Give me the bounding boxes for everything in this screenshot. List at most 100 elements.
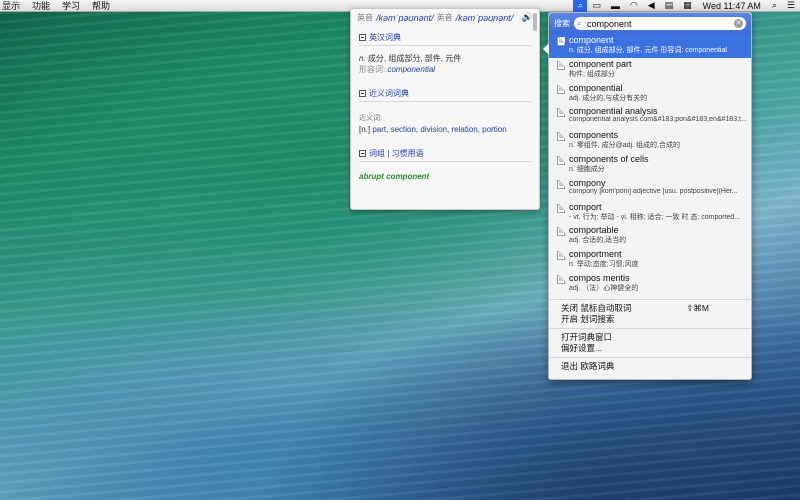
result-word: comportment: [569, 249, 622, 260]
menu-toggle-selection-search[interactable]: 开启 划词搜索: [549, 314, 751, 325]
result-word: comportable: [569, 225, 619, 236]
result-word: componential analysis: [569, 106, 658, 117]
pron-us: /kəmˈpəʊnənt/: [455, 12, 514, 23]
list-item[interactable]: component part 构件; 组成部分: [549, 58, 751, 82]
definition-popover: 英音 /kəmˈpəʊnənt/ 英音 /kəmˈpəʊnənt/ 🔊 英汉词典…: [350, 8, 540, 210]
spotlight-icon[interactable]: ⌕: [767, 0, 782, 12]
result-def: - vt. 行为; 举动 - vi. 相称; 适合; 一致 时 态: compo…: [569, 213, 741, 221]
dict-icon[interactable]: ⌕: [573, 0, 588, 12]
synonyms-pos: [n.]: [359, 125, 373, 134]
menu-quit[interactable]: 退出 欧路词典: [549, 361, 751, 372]
section-phrases[interactable]: 词组 | 习惯用语: [359, 148, 531, 162]
result-def: n. 细胞成分: [569, 165, 605, 173]
result-def: compony [kom'poni] adjective [usu. postp…: [569, 187, 738, 195]
battery-icon[interactable]: ▬: [606, 0, 625, 12]
document-icon: [557, 251, 565, 261]
result-word: component: [569, 35, 614, 45]
document-icon: [557, 179, 565, 189]
list-item[interactable]: comportment n. 举动;态度;习惯;风度: [549, 248, 751, 272]
result-word: component part: [569, 58, 632, 69]
list-item[interactable]: compony compony [kom'poni] adjective [usu…: [549, 177, 751, 201]
search-field[interactable]: ⌕ ✕: [574, 17, 746, 30]
synonyms-body: 近义词: [n.] part, section, division, relat…: [351, 110, 539, 138]
document-icon: [557, 274, 565, 284]
result-word: comport: [569, 201, 602, 212]
menu-item-label: 打开词典窗口: [561, 331, 613, 342]
list-item[interactable]: comport - vt. 行为; 举动 - vi. 相称; 适合; 一致 时 态…: [549, 201, 751, 225]
result-def: componential analysis com&#183;pon&#183;…: [569, 116, 747, 124]
result-def: 构件; 组成部分: [569, 70, 615, 78]
list-item[interactable]: componential adj. 成分的,与成分有关的: [549, 82, 751, 106]
list-item[interactable]: componential analysis componential analys…: [549, 105, 751, 129]
flag-icon[interactable]: ▤: [660, 0, 679, 12]
result-def: n. 零组件, 成分@adj. 组成的,合成的: [569, 142, 680, 150]
menu-shortcut: ⇧⌘M: [686, 302, 709, 313]
menu-view[interactable]: 显示: [0, 0, 26, 12]
section-en-cn[interactable]: 英汉词典: [359, 32, 531, 46]
list-item[interactable]: component n. 成分, 组成部分, 部件, 元件 形容词: compon…: [549, 34, 751, 58]
user-icon[interactable]: ▦: [678, 0, 697, 12]
menu-open-window[interactable]: 打开词典窗口: [549, 332, 751, 343]
phrases-body: abrupt component: [351, 168, 539, 185]
adj-label: 形容词:: [359, 65, 388, 74]
list-item[interactable]: components of cells n. 细胞成分: [549, 153, 751, 177]
notification-icon[interactable]: ☰: [782, 0, 800, 12]
clear-icon[interactable]: ✕: [734, 19, 743, 28]
menu-preferences[interactable]: 偏好设置...: [549, 343, 751, 354]
menu-help[interactable]: 帮助: [90, 0, 116, 12]
list-item[interactable]: compos mentis adj. （法）心神健全的: [549, 272, 751, 296]
result-word: componential: [569, 82, 623, 93]
volume-icon[interactable]: ◀: [643, 0, 660, 12]
document-icon: [557, 37, 565, 46]
clock[interactable]: Wed 11:47 AM: [697, 0, 767, 12]
adj-word-link[interactable]: componential: [387, 65, 435, 74]
collapse-icon[interactable]: [359, 150, 366, 157]
dictionary-dropdown: 搜索 ⌕ ✕ component n. 成分, 组成部分, 部件, 元件 形容词:…: [543, 12, 752, 380]
def-text: 成分, 组成部分, 部件, 元件: [365, 54, 462, 63]
document-icon: [557, 108, 565, 118]
section-synonyms[interactable]: 近义词词典: [359, 88, 531, 102]
search-bar: 搜索 ⌕ ✕: [549, 13, 751, 34]
search-input[interactable]: [587, 18, 732, 29]
definition-body: n. 成分, 组成部分, 部件, 元件 形容词: componential: [351, 50, 539, 78]
result-def: adj. （法）心神健全的: [569, 284, 639, 292]
menu-toggle-mouse-capture[interactable]: 关闭 鼠标自动取词 ⇧⌘M: [549, 303, 751, 314]
pronunciation-row: 英音 /kəmˈpəʊnənt/ 英音 /kəmˈpəʊnənt/ 🔊: [351, 9, 539, 26]
pron-uk-label: 英音: [357, 13, 373, 22]
menu-item-label: 关闭 鼠标自动取词: [561, 302, 632, 313]
speaker-icon[interactable]: 🔊: [522, 12, 533, 23]
menu-item-label: 偏好设置...: [561, 342, 603, 353]
menu-features[interactable]: 功能: [30, 0, 56, 12]
menu-divider: [549, 327, 751, 329]
document-icon: [557, 227, 565, 237]
menu-item-label: 退出 欧路词典: [561, 360, 615, 371]
menu-item-label: 开启 划词搜索: [561, 313, 615, 324]
wifi-icon[interactable]: ◠: [625, 0, 643, 12]
result-word: compos mentis: [569, 272, 630, 283]
result-def: adj. 成分的,与成分有关的: [569, 94, 648, 102]
phrase-link[interactable]: abrupt component: [359, 171, 531, 182]
document-icon: [557, 60, 565, 70]
section-phrases-title: 词组 | 习惯用语: [369, 149, 424, 158]
list-item[interactable]: components n. 零组件, 成分@adj. 组成的,合成的: [549, 129, 751, 153]
document-icon: [557, 203, 565, 213]
collapse-icon[interactable]: [359, 90, 366, 97]
popover-scrollbar[interactable]: [533, 13, 537, 31]
result-word: components: [569, 130, 619, 141]
document-icon: [557, 132, 565, 142]
synonyms-list[interactable]: part, section, division, relation, porti…: [372, 125, 506, 134]
search-icon: ⌕: [577, 18, 582, 28]
result-word: compony: [569, 177, 606, 188]
document-icon: [557, 84, 565, 94]
section-synonyms-title: 近义词词典: [369, 89, 409, 98]
display-icon[interactable]: ▭: [587, 0, 606, 12]
list-item[interactable]: comportable adj. 合适的,适当的: [549, 224, 751, 248]
menu-learn[interactable]: 学习: [60, 0, 86, 12]
result-word: components of cells: [569, 153, 649, 164]
def-pos: n.: [359, 54, 366, 63]
result-def: n. 举动;态度;习惯;风度: [569, 261, 639, 269]
result-def: adj. 合适的,适当的: [569, 237, 627, 245]
synonyms-label: 近义词:: [359, 115, 382, 122]
result-def: n. 成分, 组成部分, 部件, 元件 形容词: componential: [569, 47, 727, 54]
collapse-icon[interactable]: [359, 34, 366, 41]
